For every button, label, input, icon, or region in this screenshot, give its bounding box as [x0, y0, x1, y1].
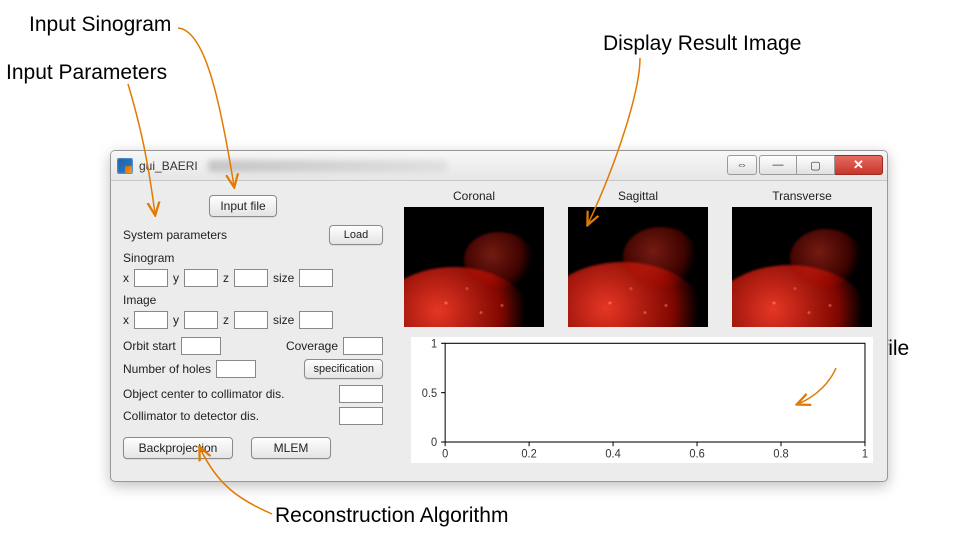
sinogram-y-input[interactable]: [184, 269, 218, 287]
transverse-image: [732, 207, 872, 327]
load-button[interactable]: Load: [329, 225, 383, 245]
sinogram-z-label: z: [223, 271, 229, 285]
matlab-icon: [117, 158, 133, 174]
titlebar: gui_BAERI ⇔ — ▢ ✕: [111, 151, 887, 181]
image-x-label: x: [123, 313, 129, 327]
specification-button[interactable]: specification: [304, 359, 383, 379]
sinogram-x-label: x: [123, 271, 129, 285]
sinogram-x-input[interactable]: [134, 269, 168, 287]
svg-text:0: 0: [442, 449, 448, 461]
maximize-button[interactable]: ▢: [797, 155, 835, 175]
image-y-input[interactable]: [184, 311, 218, 329]
minimize-button[interactable]: —: [759, 155, 797, 175]
left-control-panel: Input file System parameters Load Sinogr…: [123, 191, 383, 463]
image-size-label: size: [273, 313, 294, 327]
sinogram-size-input[interactable]: [299, 269, 333, 287]
views-row: Coronal Sagittal Transverse: [401, 189, 875, 327]
orbit-start-label: Orbit start: [123, 339, 176, 353]
sinogram-y-label: y: [173, 271, 179, 285]
coll-det-label: Collimator to detector dis.: [123, 409, 259, 423]
backprojection-button[interactable]: Backprojection: [123, 437, 233, 459]
obj-center-input[interactable]: [339, 385, 383, 403]
window-controls: — ▢ ✕: [759, 155, 883, 175]
coverage-label: Coverage: [286, 339, 338, 353]
sagittal-image: [568, 207, 708, 327]
sinogram-z-input[interactable]: [234, 269, 268, 287]
svg-text:0: 0: [431, 437, 437, 449]
obj-center-label: Object center to collimator dis.: [123, 387, 284, 401]
image-y-label: y: [173, 313, 179, 327]
svg-text:0.8: 0.8: [773, 449, 788, 461]
titlebar-aux-button[interactable]: ⇔: [727, 155, 757, 175]
svg-text:0.6: 0.6: [689, 449, 704, 461]
titlebar-blurred-text: [208, 160, 448, 172]
sinogram-heading: Sinogram: [123, 251, 174, 265]
system-parameters-label: System parameters: [123, 228, 227, 242]
image-heading: Image: [123, 293, 156, 307]
close-button[interactable]: ✕: [835, 155, 883, 175]
mlem-button[interactable]: MLEM: [251, 437, 331, 459]
annotation-reconstruction-algorithm: Reconstruction Algorithm: [275, 504, 508, 528]
image-z-input[interactable]: [234, 311, 268, 329]
annotation-display-result-image: Display Result Image: [603, 32, 801, 56]
window-title: gui_BAERI: [139, 159, 198, 173]
sagittal-label: Sagittal: [618, 189, 658, 203]
app-window: gui_BAERI ⇔ — ▢ ✕ Input file System para…: [110, 150, 888, 482]
num-holes-label: Number of holes: [123, 362, 211, 376]
orbit-start-input[interactable]: [181, 337, 221, 355]
svg-text:1: 1: [431, 338, 437, 350]
svg-text:0.4: 0.4: [605, 449, 620, 461]
transverse-label: Transverse: [772, 189, 832, 203]
image-size-input[interactable]: [299, 311, 333, 329]
input-file-button[interactable]: Input file: [209, 195, 276, 217]
annotation-input-parameters: Input Parameters: [6, 61, 167, 85]
coronal-image: [404, 207, 544, 327]
svg-text:0.5: 0.5: [422, 388, 437, 400]
sinogram-size-label: size: [273, 271, 294, 285]
coll-det-input[interactable]: [339, 407, 383, 425]
svg-text:1: 1: [862, 449, 868, 461]
annotation-input-sinogram: Input Sinogram: [29, 13, 171, 37]
profile-plot: 0 0.5 1 0 0.2 0.4 0.6 0.8 1: [411, 337, 873, 463]
svg-text:0.2: 0.2: [521, 449, 536, 461]
coronal-label: Coronal: [453, 189, 495, 203]
num-holes-input[interactable]: [216, 360, 256, 378]
image-x-input[interactable]: [134, 311, 168, 329]
coverage-input[interactable]: [343, 337, 383, 355]
image-z-label: z: [223, 313, 229, 327]
